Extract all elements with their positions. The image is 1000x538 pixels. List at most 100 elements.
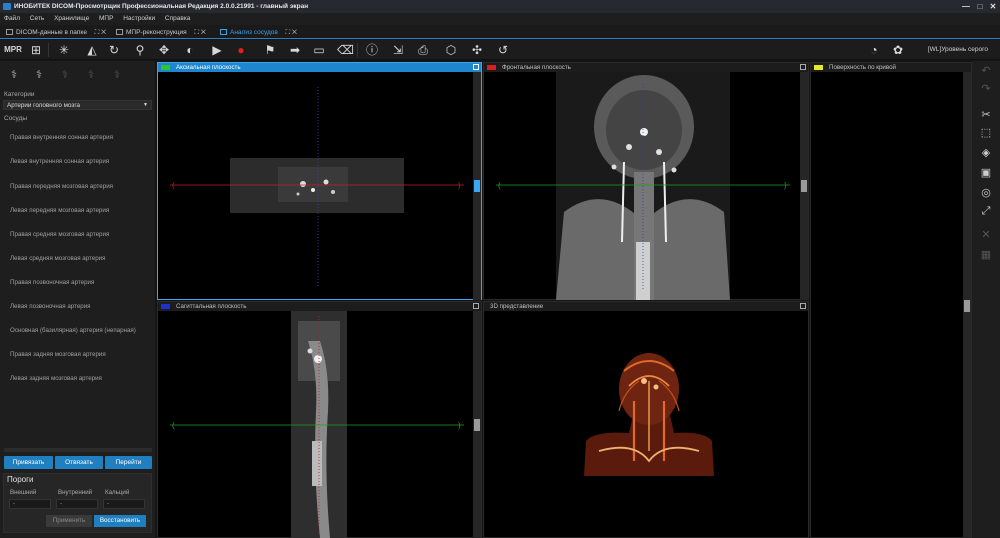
window-level-preset[interactable]: [WL]Уровень серого — [928, 46, 988, 53]
sagittal-color-swatch — [161, 304, 170, 309]
close-button[interactable]: ✕ — [987, 1, 999, 12]
move-3d-icon[interactable]: ✣ — [469, 42, 485, 58]
viewport-header: Поверхность по кривой — [811, 63, 971, 72]
viewport-header: Фронтальная плоскость — [484, 63, 808, 72]
cut-vessel-icon[interactable]: ✂ — [977, 107, 995, 123]
vessel-item[interactable]: Правая позвоночная артерия — [10, 279, 94, 286]
viewport-title: Аксиальная плоскость — [176, 64, 241, 71]
sagittal-viewport[interactable]: Сагиттальная плоскость () — [157, 301, 482, 538]
vessel-tool-5-icon[interactable]: ⚕ — [108, 67, 126, 83]
menu-settings[interactable]: Настройки — [123, 15, 155, 22]
palette-icon[interactable]: ✿ — [890, 42, 906, 58]
outer-label: Внешний — [10, 489, 37, 496]
thresholds-panel: Пороги Внешний Внутренний Кальций - - - … — [3, 473, 152, 533]
category-select[interactable]: Артерии головного мозга ▼ — [3, 100, 152, 110]
float-tab-icon[interactable]: ⛶ ✕ — [95, 29, 106, 36]
tab-mpr[interactable]: МПР-реконструкция ⛶ ✕ — [114, 26, 206, 39]
frontal-scrollbar[interactable] — [800, 72, 808, 300]
list-scrollbar[interactable] — [4, 448, 152, 452]
cube-icon[interactable]: ⬡ — [443, 42, 459, 58]
float-tab-icon[interactable]: ⛶ ✕ — [195, 29, 206, 36]
color-map-icon[interactable]: ◔ — [866, 42, 882, 58]
vessel-tool-4-icon[interactable]: ⚕ — [82, 67, 100, 83]
frontal-viewport[interactable]: Фронтальная плоскость () — [483, 62, 809, 300]
minimize-button[interactable]: — — [960, 1, 972, 12]
menu-help[interactable]: Справка — [165, 15, 191, 22]
restore-button[interactable]: Восстановить — [94, 515, 146, 527]
viewport-title: Поверхность по кривой — [829, 64, 896, 71]
vessel-item[interactable]: Левая передняя мозговая артерия — [10, 207, 109, 214]
layout-icon[interactable]: ⊞ — [28, 42, 44, 58]
ruler-icon[interactable]: ▭ — [311, 42, 327, 58]
curved-scrollbar[interactable] — [963, 72, 971, 538]
tab-bar: DICOM-данные в папке ⛶ ✕ МПР-реконструкц… — [0, 25, 1000, 39]
sagittal-scrollbar[interactable] — [473, 311, 481, 538]
tab-vessel-analysis[interactable]: Анализ сосудов ⛶ ✕ — [218, 26, 297, 39]
vessel-item[interactable]: Правая задняя мозговая артерия — [10, 351, 106, 358]
clear-icon[interactable]: ✕ — [977, 227, 995, 243]
play-icon[interactable]: ▶ — [209, 42, 225, 58]
goto-button[interactable]: Перейти — [105, 456, 152, 469]
export-icon[interactable]: ⇲ — [390, 42, 406, 58]
vessel-tool-2-icon[interactable]: ⚕ — [30, 67, 48, 83]
tab-dicom-folder[interactable]: DICOM-данные в папке ⛶ ✕ — [4, 26, 106, 39]
calcium-input[interactable]: - — [103, 499, 145, 509]
viewport-header: Сагиттальная плоскость — [158, 302, 481, 311]
vessel-tool-3-icon[interactable]: ⚕ — [56, 67, 74, 83]
flip-icon[interactable]: ◭ — [84, 42, 100, 58]
grid-icon[interactable]: ▦ — [977, 247, 995, 263]
axial-image: () — [170, 87, 464, 287]
crosshair-icon[interactable]: ✳ — [56, 42, 72, 58]
vessel-item[interactable]: Основная (базилярная) артерия (непарная) — [10, 327, 136, 334]
window-title: ИНОБИТЕК DICOM-Просмотрщик Профессиональ… — [14, 3, 309, 10]
vessel-item[interactable]: Левая внутренняя сонная артерия — [10, 158, 109, 165]
axial-scrollbar[interactable] — [473, 72, 481, 300]
sphere-cut-icon[interactable]: ◎ — [977, 185, 995, 201]
vessel-item[interactable]: Правая передняя мозговая артерия — [10, 183, 113, 190]
maximize-viewport-icon[interactable] — [800, 303, 806, 309]
inner-input[interactable]: - — [56, 499, 98, 509]
arrow-icon[interactable]: ➡ — [287, 42, 303, 58]
zoom-icon[interactable]: ⚲ — [132, 42, 148, 58]
eraser-icon[interactable]: ⌫ — [337, 42, 354, 58]
vessel-item[interactable]: Левая задняя мозговая артерия — [10, 375, 102, 382]
vessel-item[interactable]: Левая средняя мозговая артерия — [10, 255, 105, 262]
maximize-viewport-icon[interactable] — [473, 64, 479, 70]
frontal-color-swatch — [487, 65, 496, 70]
volume-viewport[interactable]: 3D представление — [483, 301, 809, 538]
vessel-tool-1-icon[interactable]: ⚕ — [5, 67, 23, 83]
vessel-item[interactable]: Левая позвоночная артерия — [10, 303, 91, 310]
contrast-icon[interactable]: ◐ — [182, 42, 198, 58]
region-cut-icon[interactable]: ▣ — [977, 165, 995, 181]
apply-button[interactable]: Применить — [46, 515, 92, 527]
crop-box-icon[interactable]: ⬚ — [977, 125, 995, 141]
reset-icon[interactable]: ↺ — [495, 42, 511, 58]
redo-icon[interactable]: ↷ — [977, 81, 995, 97]
resize-icon[interactable]: ⤢ — [977, 203, 995, 219]
undo-icon[interactable]: ↶ — [977, 63, 995, 79]
outer-input[interactable]: - — [9, 499, 51, 509]
menu-network[interactable]: Сеть — [30, 15, 44, 22]
sculpt-icon[interactable]: ◈ — [977, 145, 995, 161]
mpr-mode-button[interactable]: MPR — [2, 42, 24, 58]
curved-viewport[interactable]: Поверхность по кривой — [810, 62, 972, 538]
marker-icon[interactable]: ⚑ — [262, 42, 278, 58]
record-icon[interactable]: ● — [233, 42, 249, 58]
menu-mpr[interactable]: МПР — [99, 15, 113, 22]
menu-file[interactable]: Файл — [4, 15, 20, 22]
menu-storage[interactable]: Хранилище — [54, 15, 89, 22]
maximize-button[interactable]: □ — [974, 1, 986, 12]
unbind-button[interactable]: Отвязать — [55, 456, 103, 469]
bind-button[interactable]: Привязать — [4, 456, 53, 469]
print-icon[interactable]: ⎙ — [415, 42, 431, 58]
float-tab-icon[interactable]: ⛶ ✕ — [286, 29, 297, 36]
vessel-item[interactable]: Правая внутренняя сонная артерия — [10, 134, 113, 141]
axial-viewport[interactable]: Аксиальная плоскость () — [157, 62, 482, 300]
maximize-viewport-icon[interactable] — [800, 64, 806, 70]
rotate-icon[interactable]: ↻ — [106, 42, 122, 58]
maximize-viewport-icon[interactable] — [473, 303, 479, 309]
axial-color-swatch — [161, 65, 170, 70]
vessel-item[interactable]: Правая средняя мозговая артерия — [10, 231, 109, 238]
info-icon[interactable]: ⓘ — [364, 42, 380, 58]
pan-icon[interactable]: ✥ — [156, 42, 172, 58]
